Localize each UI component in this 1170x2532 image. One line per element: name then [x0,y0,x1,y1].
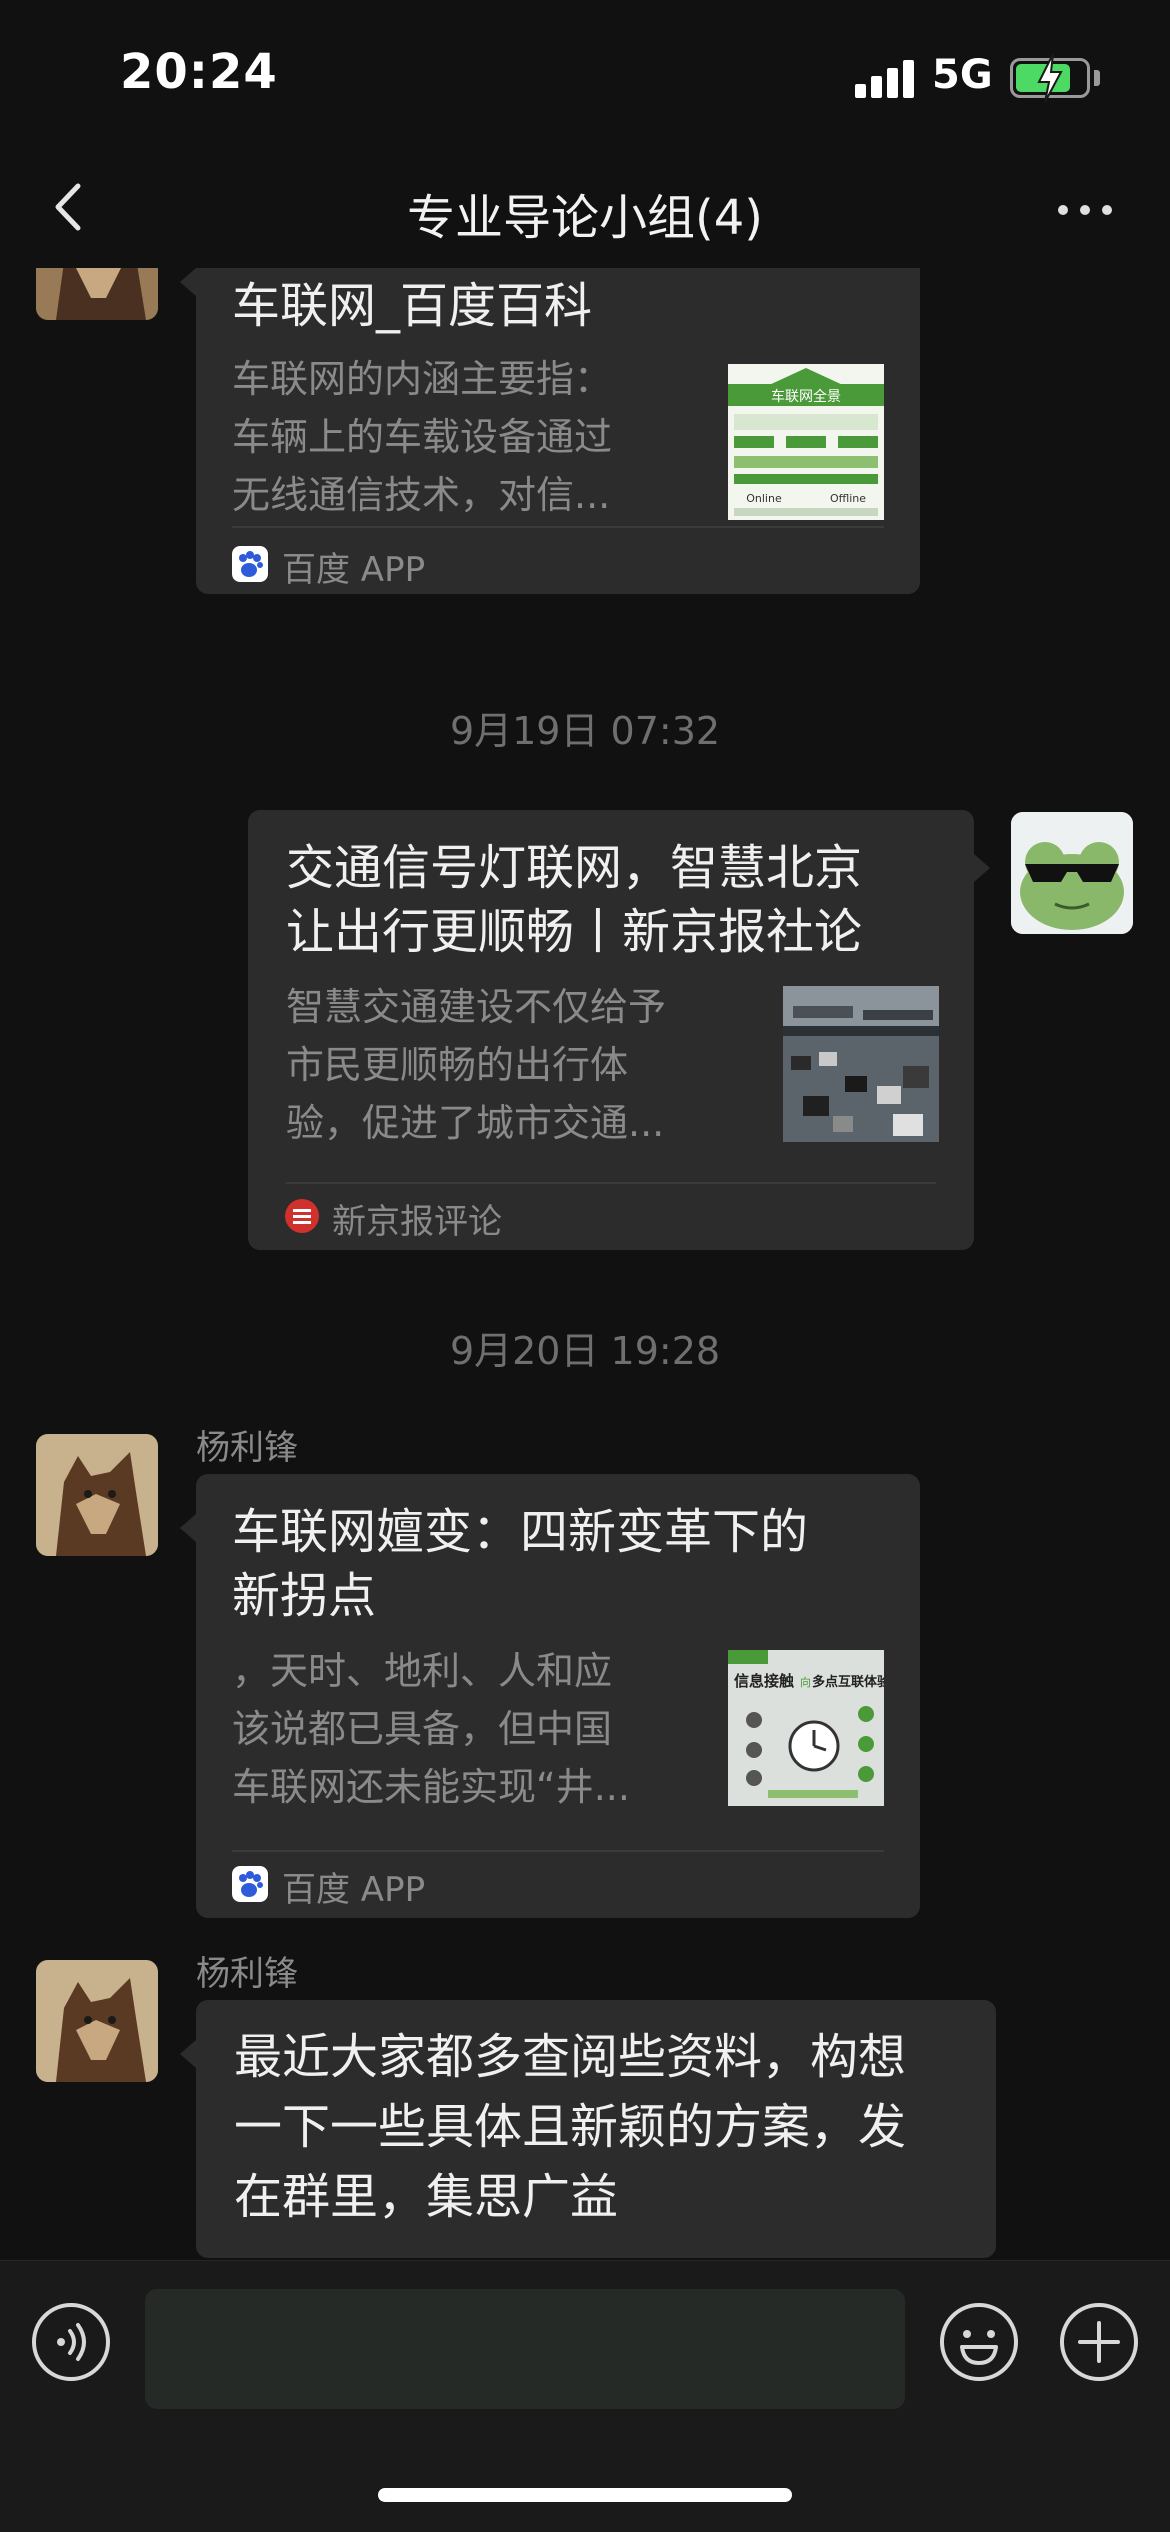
card-thumbnail: 车联网全景 Online Offline [728,364,884,520]
card-description: 车联网的内涵主要指： 车辆上的车载设备通过 无线通信技术，对信... [232,357,613,517]
sender-name: 杨利锋 [196,1954,298,1994]
xinjingbao-icon [285,1199,319,1233]
battery-cap [1094,70,1100,86]
chat-area[interactable]: 车联网_百度百科 车联网的内涵主要指： 车辆上的车载设备通过 无线通信技术，对信… [0,268,1170,2260]
baidu-paw-icon [232,546,268,582]
avatar[interactable] [36,1960,158,2082]
status-time: 20:24 [120,44,278,100]
link-card[interactable]: 交通信号灯联网，智慧北京 让出行更顺畅丨新京报社论 智慧交通建设不仅给予 市民更… [248,810,990,1250]
sender-name: 杨利锋 [196,1428,298,1468]
link-card[interactable]: 车联网嬗变：四新变革下的 新拐点 ，天时、地利、人和应 该说都已具备，但中国 车… [180,1474,920,1918]
card-thumbnail [783,986,939,1142]
message-text: 最近大家都多查阅些资料，构想 一下一些具体且新颖的方案，发 在群里，集思广益 [234,2029,907,2225]
home-indicator[interactable] [378,2488,792,2502]
card-thumbnail: 信息接触 向 多点互联体验 [728,1650,884,1806]
svg-text:信息接触: 信息接触 [734,1672,794,1690]
card-source: 百度 APP [282,1870,426,1910]
charging-bolt-icon [1037,53,1063,103]
svg-text:Online: Online [746,492,782,505]
text-message[interactable]: 最近大家都多查阅些资料，构想 一下一些具体且新颖的方案，发 在群里，集思广益 [180,2000,996,2258]
card-source: 百度 APP [282,550,426,590]
svg-text:向: 向 [800,1675,811,1689]
svg-text:Offline: Offline [830,492,866,505]
nav-bar: 专业导论小组(4) [0,150,1170,268]
link-card[interactable]: 车联网_百度百科 车联网的内涵主要指： 车辆上的车载设备通过 无线通信技术，对信… [180,268,920,594]
avatar[interactable] [36,268,158,320]
timestamp: 9月19日 07:32 [449,709,721,753]
emoji-icon[interactable] [938,2301,1020,2383]
baidu-paw-icon [232,1866,268,1902]
message-input[interactable] [145,2289,905,2409]
plus-icon[interactable] [1058,2301,1140,2383]
cellular-signal-icon [855,58,915,98]
card-title: 交通信号灯联网，智慧北京 让出行更顺畅丨新京报社论 [286,840,863,960]
avatar[interactable] [36,1434,158,1556]
network-type: 5G [932,52,993,98]
card-source: 新京报评论 [332,1202,502,1242]
svg-text:车联网全景: 车联网全景 [771,388,841,405]
status-bar: 20:24 5G [0,0,1170,150]
timestamp: 9月20日 19:28 [449,1329,721,1373]
card-description: 智慧交通建设不仅给予 市民更顺畅的出行体 验，促进了城市交通... [286,985,667,1145]
more-dots-icon[interactable] [1050,180,1120,240]
svg-text:多点互联体验: 多点互联体验 [812,1674,884,1690]
card-title: 车联网嬗变：四新变革下的 新拐点 [232,1504,809,1624]
card-title: 车联网_百度百科 [232,278,593,334]
avatar[interactable] [1011,812,1133,934]
voice-icon[interactable] [30,2301,112,2383]
chat-title: 专业导论小组(4) [407,190,763,246]
card-description: ，天时、地利、人和应 该说都已具备，但中国 车联网还未能实现“井... [232,1649,630,1809]
